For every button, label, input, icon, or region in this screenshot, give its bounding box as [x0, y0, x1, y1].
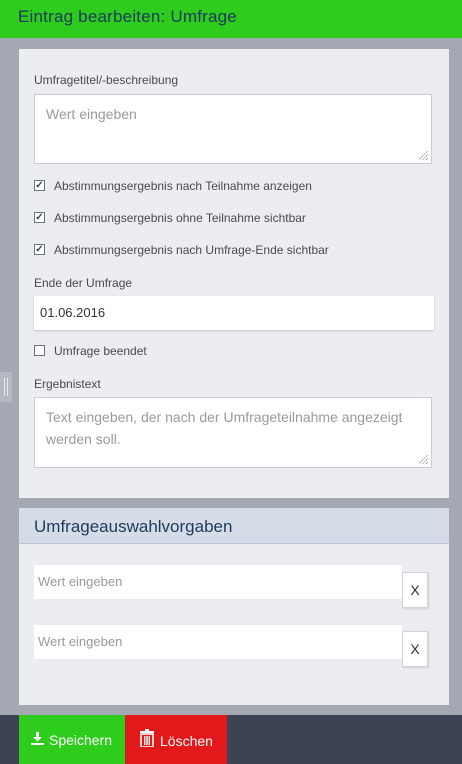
- survey-form-panel: Umfragetitel/-beschreibung Wert eingeben…: [19, 49, 449, 498]
- checkbox-label: Abstimmungsergebnis nach Umfrage-Ende si…: [54, 243, 329, 257]
- title-bar: Eintrag bearbeiten: Umfrage: [0, 0, 462, 38]
- checkbox-visible-after-end[interactable]: ✓: [34, 244, 45, 255]
- save-label: Speichern: [49, 732, 113, 748]
- options-panel: Umfrageauswahlvorgaben Wert eingeben X W…: [19, 508, 449, 705]
- delete-button[interactable]: Löschen: [125, 715, 227, 764]
- resize-handle[interactable]: [0, 372, 12, 402]
- end-date-input[interactable]: 01.06.2016: [34, 296, 434, 330]
- result-text-label: Ergebnistext: [34, 377, 101, 391]
- delete-label: Löschen: [160, 733, 213, 749]
- checkbox-show-after-vote[interactable]: ✓: [34, 180, 45, 191]
- checkbox-label: Umfrage beendet: [54, 344, 147, 358]
- result-placeholder: Text eingeben, der nach der Umfrageteiln…: [46, 409, 403, 447]
- checkbox-survey-ended[interactable]: [34, 345, 45, 356]
- title-textarea[interactable]: Wert eingeben: [34, 94, 432, 164]
- remove-option-button-1[interactable]: X: [402, 572, 428, 608]
- footer-bar: Speichern Löschen: [0, 715, 462, 764]
- option-placeholder: Wert eingeben: [38, 574, 123, 589]
- resize-grip-icon[interactable]: [419, 151, 428, 160]
- trash-icon: [140, 729, 154, 750]
- options-header: Umfrageauswahlvorgaben: [19, 508, 449, 544]
- download-icon: [31, 732, 44, 748]
- remove-option-button-2[interactable]: X: [402, 631, 428, 667]
- resize-grip-icon[interactable]: [419, 455, 428, 464]
- title-label: Umfragetitel/-beschreibung: [34, 73, 179, 87]
- checkbox-visible-without-vote[interactable]: ✓: [34, 212, 45, 223]
- title-placeholder: Wert eingeben: [46, 106, 137, 122]
- checkbox-label: Abstimmungsergebnis nach Teilnahme anzei…: [54, 179, 312, 193]
- end-date-value: 01.06.2016: [40, 305, 106, 320]
- result-textarea[interactable]: Text eingeben, der nach der Umfrageteiln…: [34, 397, 432, 468]
- checkbox-label: Abstimmungsergebnis ohne Teilnahme sicht…: [54, 211, 306, 225]
- option-placeholder: Wert eingeben: [38, 634, 123, 649]
- option-input-2[interactable]: Wert eingeben: [34, 625, 402, 659]
- page-title: Eintrag bearbeiten: Umfrage: [18, 7, 237, 26]
- option-input-1[interactable]: Wert eingeben: [34, 565, 402, 599]
- end-date-label: Ende der Umfrage: [34, 276, 133, 290]
- options-title: Umfrageauswahlvorgaben: [34, 517, 233, 536]
- save-button[interactable]: Speichern: [19, 715, 125, 764]
